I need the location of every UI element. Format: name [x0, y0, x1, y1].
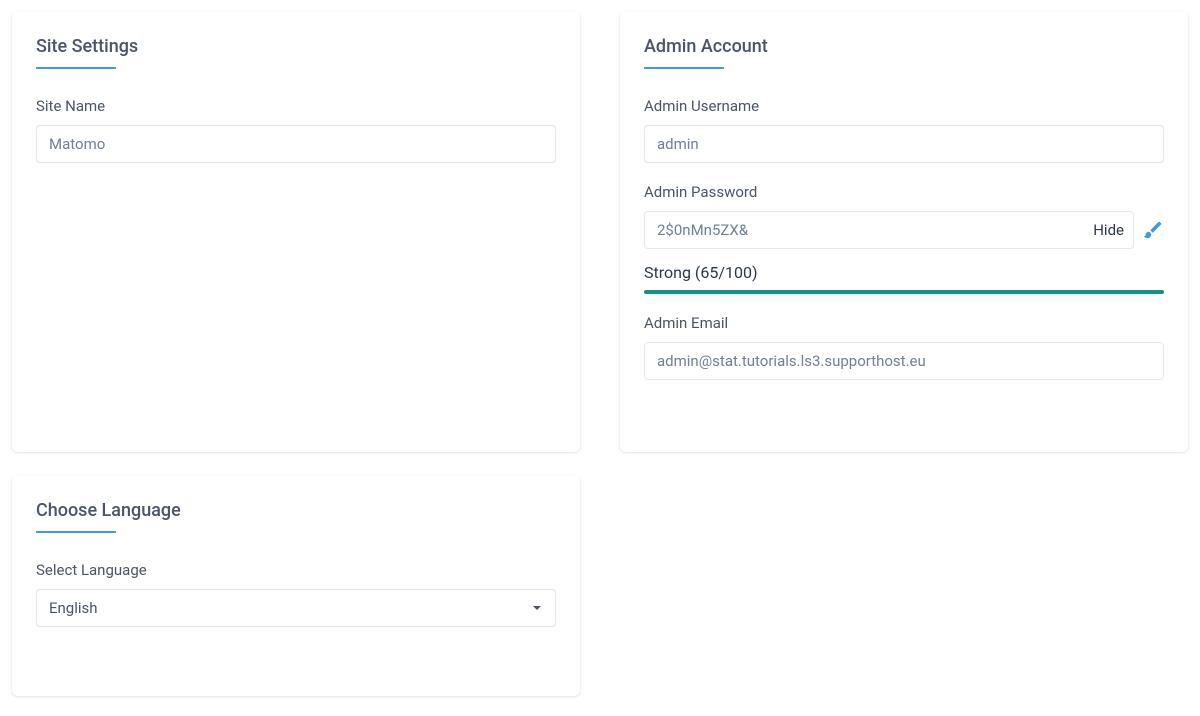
site-name-input[interactable] — [36, 125, 556, 163]
site-settings-card: Site Settings Site Name — [12, 12, 580, 452]
password-strength-fill — [644, 290, 1164, 294]
language-select[interactable]: English — [36, 589, 556, 627]
password-strength-bar — [644, 290, 1164, 294]
admin-email-label: Admin Email — [644, 314, 1164, 332]
admin-password-label: Admin Password — [644, 183, 1164, 201]
right-column: Admin Account Admin Username Admin Passw… — [620, 12, 1188, 696]
settings-container: Site Settings Site Name Choose Language … — [12, 12, 1188, 696]
choose-language-title: Choose Language — [36, 500, 556, 521]
language-group: Select Language English — [36, 561, 556, 627]
admin-email-input[interactable] — [644, 342, 1164, 380]
admin-username-input[interactable] — [644, 125, 1164, 163]
password-strength-label: Strong (65/100) — [644, 263, 1164, 282]
site-name-group: Site Name — [36, 97, 556, 163]
admin-username-group: Admin Username — [644, 97, 1164, 163]
title-underline — [36, 67, 116, 69]
left-column: Site Settings Site Name Choose Language … — [12, 12, 580, 696]
admin-account-title: Admin Account — [644, 36, 1164, 57]
hide-password-toggle[interactable]: Hide — [1093, 221, 1124, 239]
admin-username-label: Admin Username — [644, 97, 1164, 115]
key-icon[interactable] — [1142, 219, 1164, 241]
admin-password-group: Admin Password Hide Strong (65/100) — [644, 183, 1164, 294]
site-name-label: Site Name — [36, 97, 556, 115]
title-underline — [644, 67, 724, 69]
admin-account-card: Admin Account Admin Username Admin Passw… — [620, 12, 1188, 452]
admin-password-input[interactable] — [644, 211, 1134, 249]
admin-email-group: Admin Email — [644, 314, 1164, 380]
password-input-wrapper: Hide — [644, 211, 1134, 249]
site-settings-title: Site Settings — [36, 36, 556, 57]
choose-language-card: Choose Language Select Language English — [12, 476, 580, 696]
title-underline — [36, 531, 116, 533]
password-row: Hide — [644, 211, 1164, 249]
select-language-label: Select Language — [36, 561, 556, 579]
